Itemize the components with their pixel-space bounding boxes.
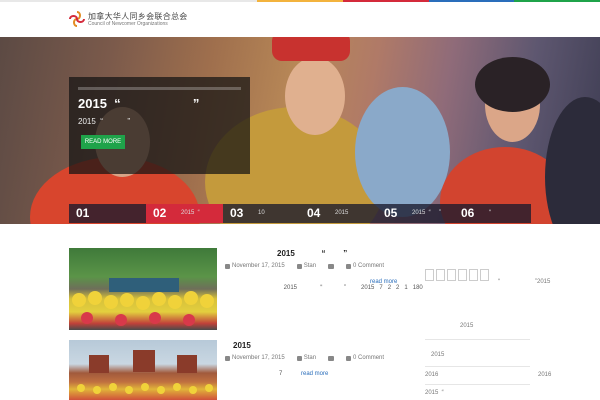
- calendar-icon: [225, 263, 230, 269]
- sidebar-divider: [425, 384, 530, 385]
- sidebar-text: “ ”2015: [498, 279, 551, 285]
- photo-face-center: [285, 57, 345, 135]
- glyph-box: [425, 269, 434, 281]
- sidebar-item[interactable]: 2015: [460, 323, 473, 329]
- page: { "top_strip_colors": ["#e8e8e8", "#e8e8…: [0, 0, 600, 400]
- post-author[interactable]: Stan: [304, 263, 316, 269]
- slide-tab-number: 02: [153, 206, 167, 220]
- site-header: 加拿大华人同乡会联合总会 Council of Newcomer Organiz…: [0, 2, 600, 37]
- festival-photo-image: [77, 350, 213, 394]
- post-author[interactable]: Stan: [304, 355, 316, 361]
- logo-text-chinese: 加拿大华人同乡会联合总会: [88, 11, 188, 21]
- comment-icon: [346, 263, 352, 269]
- post-thumbnail-festival-photo[interactable]: [69, 340, 217, 400]
- post-date: November 17, 2015: [232, 355, 285, 361]
- glyph-box: [480, 269, 489, 281]
- slide-tab-label: 2015 “: [181, 210, 200, 216]
- photo-figure-far-right: [545, 97, 600, 224]
- sidebar-divider: [425, 366, 530, 367]
- slide-tab-number: 03: [230, 206, 244, 220]
- slide-tab-number: 01: [76, 206, 90, 220]
- slide-tab-05[interactable]: 05 2015 “ ”: [377, 204, 454, 223]
- post-meta: November 17, 2015 Stan 0 Comment: [225, 355, 392, 361]
- hero-subtitle: 2015 “ ”: [78, 117, 131, 126]
- hero-title[interactable]: 2015 “ ”: [78, 96, 248, 111]
- post-excerpt-text: 2015 “ ” 2015 7 2 2 1 180: [283, 285, 423, 291]
- caption-progress-bar: [78, 87, 241, 90]
- post-meta: November 17, 2015 Stan 0 Comment: [225, 263, 392, 269]
- slide-tab-02[interactable]: 02 2015 “: [146, 204, 223, 223]
- list-icon: [328, 355, 335, 361]
- post-title[interactable]: 2015: [233, 341, 251, 350]
- read-more-link[interactable]: read more: [301, 371, 328, 377]
- logo-swirl-icon: [69, 11, 85, 27]
- slide-tab-01[interactable]: 01: [69, 204, 146, 223]
- site-logo[interactable]: 加拿大华人同乡会联合总会 Council of Newcomer Organiz…: [69, 11, 188, 27]
- hero-slider[interactable]: 2015 “ ” 2015 “ ” READ MORE 01 02 2015 “…: [0, 37, 600, 224]
- post-excerpt: 2015 “ ” 2015 7 2 2 1 180: [277, 279, 423, 297]
- comment-icon: [346, 355, 352, 361]
- slide-tab-number: 04: [307, 206, 321, 220]
- user-icon: [296, 355, 302, 361]
- slide-tab-04[interactable]: 04 2015: [300, 204, 377, 223]
- photo-hair-right: [475, 57, 550, 112]
- glyph-box: [447, 269, 456, 281]
- sidebar-item[interactable]: 2015 “: [425, 390, 444, 396]
- slide-tab-number: 05: [384, 206, 398, 220]
- hero-caption-box: 2015 “ ” 2015 “ ” READ MORE: [69, 77, 250, 174]
- slide-tab-03[interactable]: 03 10: [223, 204, 300, 223]
- glyph-box: [469, 269, 478, 281]
- post-excerpt: 7: [279, 371, 283, 377]
- slide-tab-label: 10: [258, 210, 265, 216]
- sidebar-item[interactable]: 2016: [538, 372, 551, 378]
- calendar-icon: [225, 355, 230, 361]
- slide-tabs: 01 02 2015 “ 03 10 04 2015 05 2015 “ ” 0…: [69, 204, 531, 223]
- read-more-link[interactable]: read more: [370, 279, 397, 285]
- post-date: November 17, 2015: [232, 263, 285, 269]
- slide-tab-label: “: [489, 210, 491, 216]
- slide-tab-number: 06: [461, 206, 475, 220]
- photo-hat-center: [272, 37, 350, 61]
- slide-tab-06[interactable]: 06 “: [454, 204, 531, 223]
- sidebar-item[interactable]: 2016: [425, 372, 438, 378]
- user-icon: [296, 263, 302, 269]
- photo-figure-mid: [355, 87, 450, 217]
- slide-tab-label: 2015 “ ”: [412, 210, 442, 216]
- sidebar-search-heading: [425, 269, 489, 281]
- slide-tab-label: 2015: [335, 210, 349, 216]
- glyph-box: [436, 269, 445, 281]
- post-title[interactable]: 2015 “ ”: [277, 249, 347, 258]
- read-more-button[interactable]: READ MORE: [81, 135, 125, 149]
- post-comments[interactable]: 0 Comment: [353, 263, 384, 269]
- list-icon: [328, 263, 335, 269]
- group-photo-image: [72, 278, 214, 326]
- sidebar-divider: [425, 339, 530, 340]
- post-thumbnail-group-photo[interactable]: [69, 248, 217, 330]
- logo-text-english: Council of Newcomer Organizations: [88, 20, 168, 27]
- sidebar-item[interactable]: 2015: [431, 352, 444, 358]
- glyph-box: [458, 269, 467, 281]
- post-comments[interactable]: 0 Comment: [353, 355, 384, 361]
